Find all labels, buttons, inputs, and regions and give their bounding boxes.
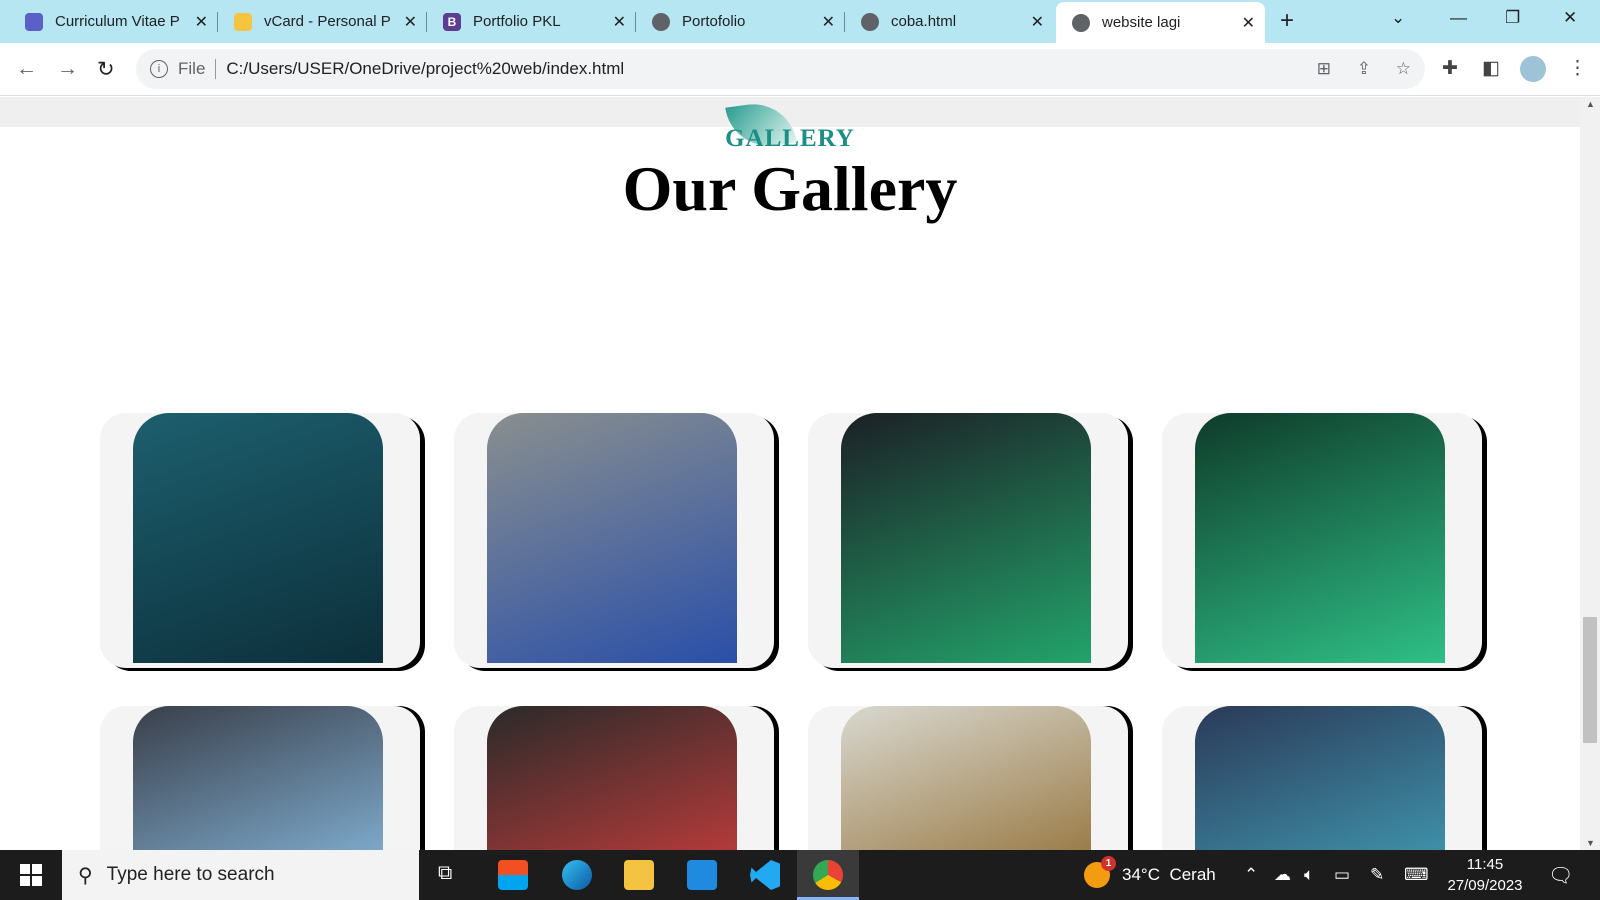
tab-portfolio-pkl[interactable]: B Portfolio PKL ✕ <box>427 0 636 43</box>
task-view-icon[interactable]: ⧉ <box>438 862 452 885</box>
globe-icon <box>652 12 670 31</box>
close-tab-icon[interactable]: ✕ <box>1031 12 1044 32</box>
tab-portofolio[interactable]: Portofolio ✕ <box>636 0 845 43</box>
info-icon[interactable]: i <box>150 60 168 78</box>
scrollbar[interactable]: ▲ ▼ <box>1580 97 1600 850</box>
battery-icon[interactable]: ▭ <box>1334 850 1350 900</box>
store-icon[interactable] <box>498 860 528 890</box>
close-tab-icon[interactable]: ✕ <box>1242 13 1255 33</box>
weather-widget[interactable]: 1 34°C Cerah <box>1084 850 1216 900</box>
section-label: GALLERY <box>725 125 855 152</box>
gallery-card[interactable] <box>100 706 420 850</box>
gallery-card[interactable] <box>808 706 1128 850</box>
extensions-icon[interactable]: ✚ <box>1442 57 1458 80</box>
gallery-image-futsal-match-2[interactable] <box>487 413 737 663</box>
gallery-card[interactable] <box>1162 706 1482 850</box>
bookmark-star-icon[interactable]: ☆ <box>1396 59 1411 79</box>
side-panel-icon[interactable]: ◧ <box>1482 57 1500 80</box>
back-button[interactable]: ← <box>16 57 37 81</box>
tab-label: coba.html <box>891 13 957 30</box>
menu-icon[interactable]: ⋮ <box>1568 57 1587 80</box>
weather-condition: Cerah <box>1169 865 1216 884</box>
gallery-image-futsal-hall-8[interactable] <box>1195 706 1445 850</box>
cv-icon <box>25 12 43 31</box>
chevron-up-icon[interactable]: ⌃ <box>1244 850 1258 900</box>
edge-icon[interactable] <box>562 860 592 890</box>
close-tab-icon[interactable]: ✕ <box>613 12 626 32</box>
tab-coba-html[interactable]: coba.html ✕ <box>845 0 1054 43</box>
search-icon: ⚲ <box>78 864 93 887</box>
tab-label: Portfolio PKL <box>473 13 561 30</box>
address-bar[interactable]: i File C:/Users/USER/OneDrive/project%20… <box>136 49 1425 89</box>
header-band <box>0 97 1580 127</box>
gallery-image-futsal-action-1[interactable] <box>133 413 383 663</box>
tab-curriculum-vitae-p[interactable]: Curriculum Vitae P ✕ <box>9 0 218 43</box>
file-explorer-icon[interactable] <box>624 860 654 890</box>
scheme-label: File <box>178 59 217 79</box>
gallery-image-futsal-hall-7[interactable] <box>841 706 1091 850</box>
weather-sun-icon: 1 <box>1084 856 1116 888</box>
minimize-button[interactable]: — <box>1450 8 1467 28</box>
onedrive-cloud-icon[interactable]: ☁ <box>1274 850 1291 900</box>
globe-icon <box>1072 13 1090 32</box>
volume-icon[interactable]: 🔈︎ <box>1304 850 1314 900</box>
new-tab-button[interactable]: + <box>1280 7 1294 35</box>
gallery-card[interactable] <box>1162 413 1482 668</box>
bootstrap-icon: B <box>443 12 461 31</box>
gallery-image-futsal-women-5[interactable] <box>133 706 383 850</box>
translate-icon[interactable]: ⊞ <box>1317 59 1331 79</box>
chrome-taskbar-button[interactable] <box>797 850 859 900</box>
tab-website-lagi[interactable]: website lagi ✕ <box>1056 2 1265 43</box>
taskbar: ⚲ Type here to search ⧉ 1 34°C Cerah ⌃ ☁… <box>0 850 1600 900</box>
scrollbar-thumb[interactable] <box>1583 617 1597 743</box>
close-tab-icon[interactable]: ✕ <box>195 12 208 32</box>
scroll-up-icon[interactable]: ▲ <box>1586 99 1595 109</box>
time: 11:45 <box>1466 856 1504 873</box>
web-page: GALLERY Our Gallery <box>0 97 1580 850</box>
gallery-image-futsal-women-3[interactable] <box>841 413 1091 663</box>
gallery-image-futsal-match-4[interactable] <box>1195 413 1445 663</box>
scroll-down-icon[interactable]: ▼ <box>1586 838 1595 848</box>
tab-label: vCard - Personal P <box>264 13 391 30</box>
profile-avatar[interactable] <box>1520 56 1546 82</box>
tab-label: Portofolio <box>682 13 746 30</box>
close-tab-icon[interactable]: ✕ <box>822 12 835 32</box>
gallery-card[interactable] <box>100 413 420 668</box>
globe-icon <box>861 12 879 31</box>
tab-strip: Curriculum Vitae P ✕ vCard - Personal P ✕ B P… <box>0 0 1600 43</box>
windows-start-icon[interactable] <box>20 864 42 886</box>
date: 27/09/2023 <box>1447 877 1523 894</box>
search-placeholder: Type here to search <box>106 864 275 885</box>
tab-vcard-personal-p[interactable]: vCard - Personal P ✕ <box>218 0 427 43</box>
vscode-icon[interactable] <box>750 860 780 890</box>
url-text[interactable]: C:/Users/USER/OneDrive/project%20web/ind… <box>226 59 624 79</box>
forward-button[interactable]: → <box>57 57 78 81</box>
gallery-card[interactable] <box>454 706 774 850</box>
browser-toolbar: ← → ↻ i File C:/Users/USER/OneDrive/proj… <box>0 43 1600 96</box>
clock[interactable]: 11:45 27/09/2023 <box>1440 854 1530 896</box>
close-window-button[interactable]: ✕ <box>1563 8 1577 28</box>
taskbar-search[interactable]: ⚲ Type here to search <box>62 850 419 900</box>
gallery-image-futsal-court-6[interactable] <box>487 706 737 850</box>
reload-button[interactable]: ↻ <box>97 57 115 82</box>
tab-label: website lagi <box>1102 14 1181 31</box>
keyboard-icon[interactable]: ⌨ <box>1404 850 1429 900</box>
pen-icon[interactable]: ✎ <box>1370 850 1384 900</box>
weather-temp: 34°C <box>1122 865 1160 884</box>
chrome-icon <box>813 860 843 890</box>
mail-icon[interactable] <box>687 860 717 890</box>
gallery-card[interactable] <box>454 413 774 668</box>
share-icon[interactable]: ⇪ <box>1357 59 1371 79</box>
page-title: Our Gallery <box>622 153 958 224</box>
close-tab-icon[interactable]: ✕ <box>404 12 417 32</box>
restore-button[interactable]: ❐ <box>1505 8 1520 28</box>
gallery-card[interactable] <box>808 413 1128 668</box>
tab-search-icon[interactable]: ⌄ <box>1391 8 1405 28</box>
tab-label: Curriculum Vitae P <box>55 13 180 30</box>
notification-badge: 1 <box>1101 856 1116 871</box>
notifications-icon[interactable]: 🗨︎ <box>1548 850 1573 900</box>
vcard-icon <box>234 12 252 31</box>
